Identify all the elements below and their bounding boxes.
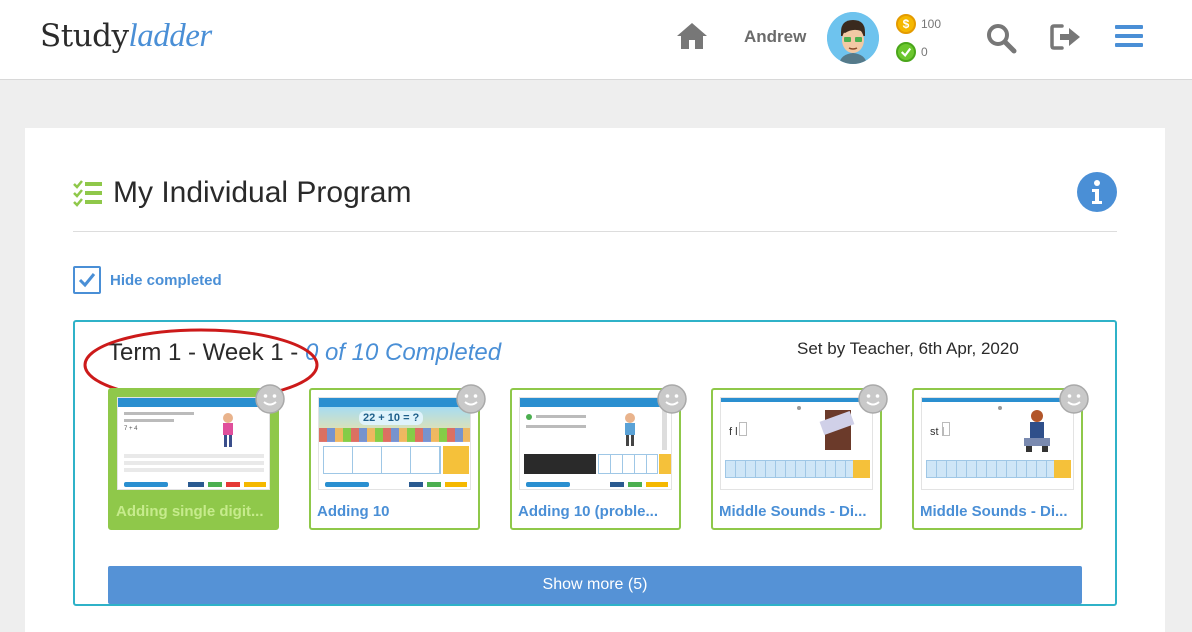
avatar[interactable]	[827, 12, 879, 64]
activity-label[interactable]: Adding 10	[317, 503, 473, 520]
activity-thumbnail: f l	[720, 397, 873, 490]
smiley-icon	[1059, 384, 1089, 414]
studyladder-logo[interactable]: Studyladder	[40, 18, 212, 55]
activity-card[interactable]: f l Middle Sounds - Di...	[711, 384, 888, 530]
activity-label[interactable]: Middle Sounds - Di...	[920, 503, 1076, 520]
program-card: My Individual Program Hide completed Ter…	[25, 128, 1165, 632]
coins-counter: $ 100	[896, 14, 941, 34]
menu-icon[interactable]	[1115, 24, 1143, 48]
activity-card[interactable]: Adding 10 (proble...	[510, 384, 687, 530]
activity-card[interactable]: 7 + 4 Adding single digit...	[108, 384, 285, 530]
activity-label[interactable]: Middle Sounds - Di...	[719, 503, 875, 520]
activity-label[interactable]: Adding 10 (proble...	[518, 503, 674, 520]
hide-completed-toggle[interactable]: Hide completed	[73, 266, 222, 294]
logo-text-study: Study	[40, 18, 129, 54]
logo-text-ladder: ladder	[128, 18, 213, 54]
completed-value: 0	[921, 45, 928, 59]
show-more-button[interactable]: Show more (5)	[108, 566, 1082, 604]
activity-thumbnail: 22 + 10 = ?	[318, 397, 471, 490]
smiley-icon	[456, 384, 486, 414]
home-icon[interactable]	[675, 21, 709, 51]
term-panel: Term 1 - Week 1 - 0 of 10 Completed Set …	[73, 320, 1117, 606]
hide-completed-checkbox[interactable]	[73, 266, 101, 294]
smiley-icon	[657, 384, 687, 414]
logout-icon[interactable]	[1050, 23, 1082, 51]
smiley-icon	[255, 384, 285, 414]
hide-completed-label[interactable]: Hide completed	[110, 272, 222, 289]
activity-label[interactable]: Adding single digit...	[116, 503, 272, 520]
activity-card[interactable]: 22 + 10 = ? Adding 10	[309, 384, 486, 530]
divider	[73, 231, 1117, 232]
coins-value: 100	[921, 17, 942, 31]
smiley-icon	[858, 384, 888, 414]
check-icon	[896, 42, 916, 62]
checklist-icon	[73, 180, 102, 207]
username[interactable]: Andrew	[744, 27, 806, 47]
completed-counter: 0	[896, 42, 928, 62]
page-title: My Individual Program	[113, 176, 412, 209]
activity-thumbnail: st l	[921, 397, 1074, 490]
term-progress: 0 of 10 Completed	[304, 339, 502, 366]
info-icon[interactable]	[1077, 172, 1117, 212]
search-icon[interactable]	[985, 22, 1017, 54]
coin-icon: $	[896, 14, 916, 34]
title-row: My Individual Program	[73, 176, 411, 210]
activity-card[interactable]: st l Middle Sounds - Di...	[912, 384, 1089, 530]
top-bar: Studyladder Andrew $ 100 0	[0, 0, 1192, 80]
activity-thumbnail	[519, 397, 672, 490]
activity-thumbnail: 7 + 4	[117, 397, 270, 490]
set-by-text: Set by Teacher, 6th Apr, 2020	[797, 339, 1019, 358]
